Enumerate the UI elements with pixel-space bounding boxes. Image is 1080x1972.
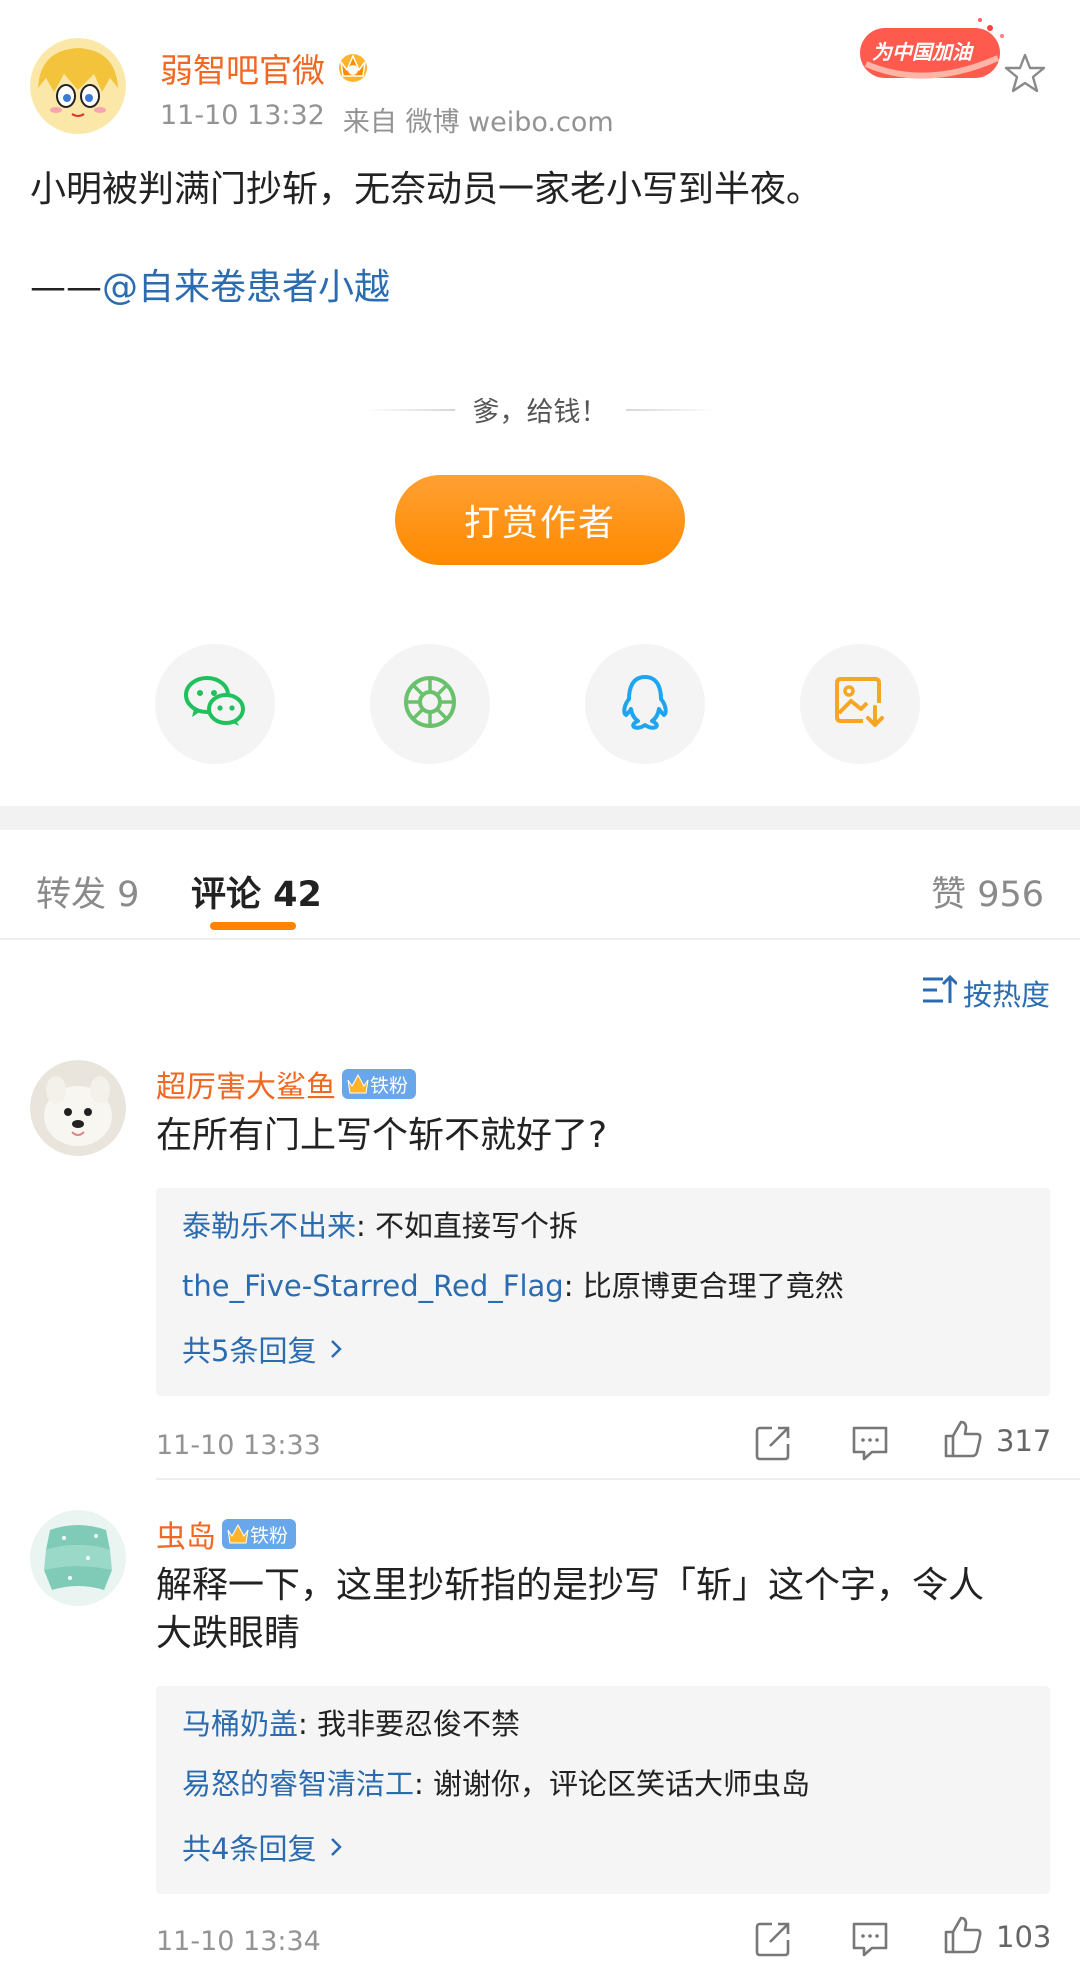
- comment-time: 11-10 13:34: [156, 1926, 321, 1957]
- share-qq-button[interactable]: [585, 644, 705, 764]
- view-all-replies-link[interactable]: 共5条回复: [182, 1328, 343, 1370]
- section-divider: [0, 806, 1080, 830]
- post-card: 弱智吧官微 11-10 13:32 来自 微博 weibo.com 为中国加油: [0, 0, 1080, 806]
- reply-sep: :: [298, 1707, 318, 1741]
- fan-label: 铁粉: [370, 1074, 409, 1097]
- reply-item: the_Five-Starred_Red_Flag: 比原博更合理了竟然: [182, 1266, 844, 1306]
- chevron-right-icon: [330, 1332, 343, 1366]
- share-comment-icon[interactable]: [754, 1920, 792, 1962]
- sort-icon: [921, 973, 959, 1014]
- reply-sep: :: [414, 1767, 434, 1801]
- save-image-icon: [833, 675, 887, 733]
- reply-user[interactable]: the_Five-Starred_Red_Flag: [182, 1269, 564, 1303]
- sort-label: 按热度: [962, 978, 1050, 1012]
- reply-user[interactable]: 马桶奶盖: [182, 1707, 298, 1741]
- reply-item: 泰勒乐不出来: 不如直接写个拆: [182, 1206, 578, 1246]
- thumbs-up-icon: [942, 1418, 984, 1464]
- reply-preview-box[interactable]: 马桶奶盖: 我非要忍俊不禁 易怒的睿智清洁工: 谢谢你，评论区笑话大师虫岛 共4…: [156, 1686, 1050, 1894]
- comment-item: 虫岛 铁粉 解释一下，这里抄斩指的是抄写「斩」这个字，令人 大跌眼睛 马桶奶盖:…: [0, 1500, 1080, 1972]
- tab-likes[interactable]: 赞 956: [931, 866, 1044, 917]
- iron-fan-badge[interactable]: 铁粉: [222, 1519, 297, 1549]
- tab-comments[interactable]: 评论 42: [191, 866, 322, 917]
- crown-icon: [347, 1073, 369, 1094]
- like-count: 103: [996, 1920, 1052, 1954]
- reply-text: 谢谢你，评论区笑话大师虫岛: [433, 1767, 811, 1801]
- save-image-button[interactable]: [800, 644, 920, 764]
- reply-user[interactable]: 泰勒乐不出来: [182, 1209, 356, 1243]
- reward-author-button[interactable]: 打赏作者: [395, 475, 685, 565]
- post-time: 11-10 13:32: [160, 100, 325, 131]
- reply-item: 马桶奶盖: 我非要忍俊不禁: [182, 1704, 520, 1744]
- comment-text-line: 解释一下，这里抄斩指的是抄写「斩」这个字，令人: [156, 1565, 985, 1606]
- commenter-name[interactable]: 虫岛: [156, 1512, 216, 1556]
- comment-text: 解释一下，这里抄斩指的是抄写「斩」这个字，令人 大跌眼睛: [156, 1562, 1046, 1658]
- divider: [0, 938, 1080, 940]
- reply-preview-box[interactable]: 泰勒乐不出来: 不如直接写个拆 the_Five-Starred_Red_Fla…: [156, 1188, 1050, 1396]
- thumbs-up-icon: [942, 1914, 984, 1960]
- like-button[interactable]: 317: [942, 1418, 1051, 1464]
- reply-comment-icon[interactable]: [850, 1920, 890, 1962]
- share-wechat-button[interactable]: [155, 644, 275, 764]
- commenter-avatar[interactable]: [30, 1060, 126, 1156]
- divider: [625, 408, 716, 411]
- post-body: 小明被判满门抄斩，无奈动员一家老小写到半夜。: [30, 169, 823, 210]
- promo-badge-text: 为中国加油: [872, 40, 972, 64]
- reply-text: 比原博更合理了竟然: [582, 1269, 844, 1303]
- comment-time: 11-10 13:33: [156, 1430, 321, 1461]
- moments-icon: [402, 674, 458, 734]
- active-tab-indicator: [210, 922, 296, 930]
- reply-sep: :: [563, 1269, 583, 1303]
- reward-tagline-row: 爹，给钱！: [0, 390, 1080, 429]
- credit-prefix: ——: [30, 267, 102, 308]
- post-source: 来自 微博 weibo.com: [342, 107, 614, 138]
- crown-icon: [227, 1523, 249, 1544]
- divider: [156, 1478, 1080, 1480]
- favorite-star-icon[interactable]: [1004, 52, 1046, 98]
- like-count: 317: [996, 1424, 1052, 1458]
- commenter-row: 虫岛 铁粉: [156, 1512, 297, 1556]
- commenter-avatar[interactable]: [30, 1510, 126, 1606]
- reply-item: 易怒的睿智清洁工: 谢谢你，评论区笑话大师虫岛: [182, 1764, 810, 1804]
- qq-icon: [620, 673, 670, 735]
- comment-text: 在所有门上写个斩不就好了?: [156, 1115, 608, 1156]
- vip-crown-icon: [335, 48, 371, 88]
- reward-tagline: 爹，给钱！: [472, 397, 608, 428]
- view-all-replies-link[interactable]: 共4条回复: [182, 1826, 343, 1868]
- divider: [364, 408, 455, 411]
- commenter-row: 超厉害大鲨鱼 铁粉: [156, 1062, 417, 1106]
- reply-comment-icon[interactable]: [850, 1424, 890, 1466]
- tab-reposts[interactable]: 转发 9: [36, 866, 139, 917]
- comment-text-line: 大跌眼睛: [156, 1613, 301, 1654]
- tab-bar: 转发 9 评论 42 赞 956: [0, 830, 1080, 938]
- credit-mention-link[interactable]: @自来卷患者小越: [102, 267, 390, 308]
- reply-user[interactable]: 易怒的睿智清洁工: [182, 1767, 414, 1801]
- author-name[interactable]: 弱智吧官微: [160, 44, 325, 92]
- iron-fan-badge[interactable]: 铁粉: [342, 1069, 417, 1099]
- fan-label: 铁粉: [250, 1524, 289, 1547]
- wechat-icon: [184, 675, 246, 733]
- chevron-right-icon: [330, 1830, 343, 1864]
- comment-item: 超厉害大鲨鱼 铁粉 在所有门上写个斩不就好了? 泰勒乐不出来: 不如直接写个拆 …: [0, 1050, 1080, 1480]
- promo-badge[interactable]: 为中国加油: [856, 14, 1012, 88]
- commenter-name[interactable]: 超厉害大鲨鱼: [156, 1062, 336, 1106]
- like-button[interactable]: 103: [942, 1914, 1051, 1960]
- sort-by-heat-button[interactable]: 按热度: [921, 972, 1050, 1014]
- share-comment-icon[interactable]: [754, 1424, 792, 1466]
- reply-text: 不如直接写个拆: [375, 1209, 579, 1243]
- author-row: 弱智吧官微: [160, 44, 371, 92]
- share-moments-button[interactable]: [370, 644, 490, 764]
- reply-sep: :: [356, 1209, 376, 1243]
- author-avatar[interactable]: [30, 38, 126, 134]
- view-all-replies-label: 共5条回复: [182, 1334, 317, 1368]
- post-meta: 11-10 13:32 来自 微博 weibo.com: [160, 100, 614, 139]
- post-credit: ——@自来卷患者小越: [30, 264, 390, 312]
- reply-text: 我非要忍俊不禁: [317, 1707, 521, 1741]
- view-all-replies-label: 共4条回复: [182, 1832, 317, 1866]
